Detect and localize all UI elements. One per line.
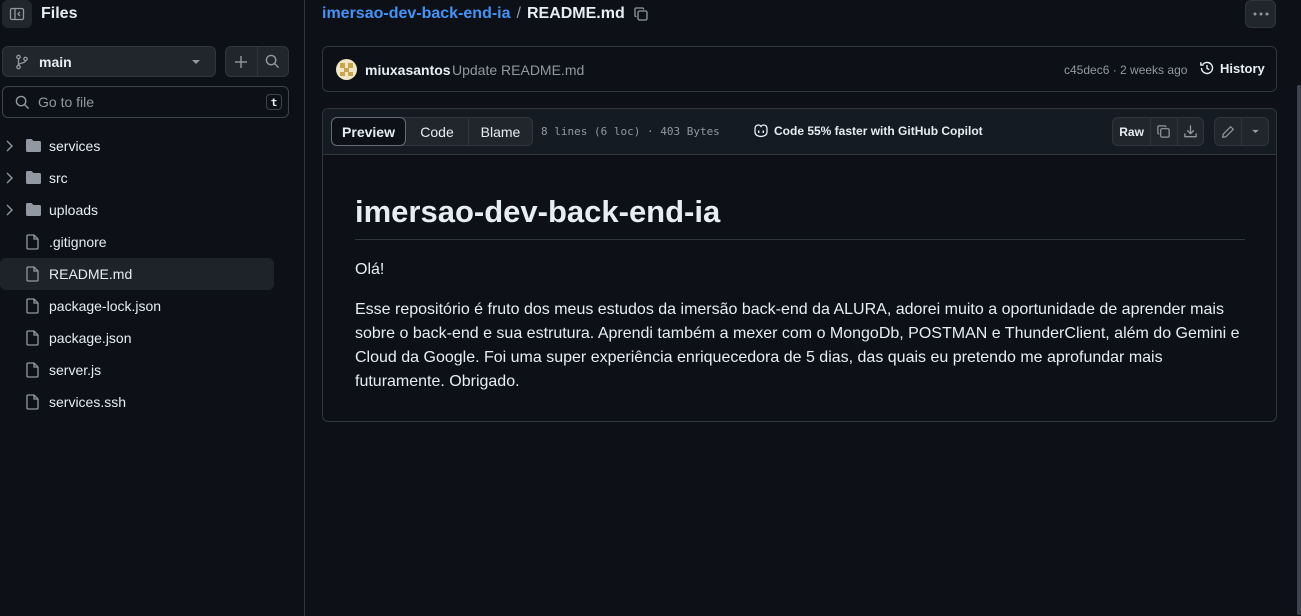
file-tree-sidebar: Files main t serv — [0, 0, 305, 616]
download-button[interactable] — [1176, 118, 1203, 145]
caret-down-icon — [1251, 129, 1259, 134]
commit-message[interactable]: Update README.md — [452, 62, 584, 78]
tab-blame[interactable]: Blame — [468, 118, 532, 145]
tab-preview[interactable]: Preview — [331, 117, 406, 146]
copilot-icon — [754, 124, 768, 138]
tree-item-package-json[interactable]: package.json — [0, 322, 274, 354]
latest-commit-bar: miuxasantos Update README.md c45dec6 · 2… — [322, 46, 1277, 92]
readme-body: imersao-dev-back-end-ia Olá! Esse reposi… — [355, 155, 1245, 394]
history-button[interactable]: History — [1199, 60, 1265, 76]
tree-item-readme[interactable]: README.md — [0, 258, 274, 290]
avatar[interactable] — [336, 59, 357, 80]
tree-item-label: services.ssh — [49, 394, 127, 410]
folder-icon — [25, 202, 42, 217]
readme-paragraph: Esse repositório é fruto dos meus estudo… — [355, 301, 1240, 390]
copy-icon — [1157, 125, 1171, 138]
breadcrumb: imersao-dev-back-end-ia / README.md — [322, 5, 649, 23]
files-header: Files — [0, 0, 305, 30]
commit-author[interactable]: miuxasantos — [365, 62, 451, 78]
copy-raw-button[interactable] — [1150, 118, 1176, 145]
file-header: Preview Code Blame 8 lines (6 loc) · 403… — [323, 109, 1276, 155]
search-icon — [265, 54, 280, 69]
edit-actions — [1214, 117, 1269, 146]
tree-item-label: src — [49, 170, 68, 186]
file-actions: Raw — [1112, 117, 1204, 146]
file-icon — [25, 394, 40, 410]
tree-item-label: package.json — [49, 330, 132, 346]
edit-file-button[interactable] — [1215, 118, 1241, 145]
branch-selector[interactable]: main — [2, 46, 216, 77]
sidebar-collapse-icon — [9, 6, 25, 22]
tree-item-src[interactable]: src — [0, 162, 274, 194]
more-options-button[interactable] — [1245, 0, 1276, 28]
search-code-button[interactable] — [256, 47, 289, 76]
readme-heading: imersao-dev-back-end-ia — [355, 155, 1245, 240]
search-icon — [15, 95, 30, 110]
copilot-promo-link[interactable]: Code 55% faster with GitHub Copilot — [753, 123, 983, 138]
tree-item-label: README.md — [49, 266, 133, 282]
plus-icon — [234, 55, 248, 69]
tree-item-label: services — [49, 138, 101, 154]
tree-item-label: server.js — [49, 362, 102, 378]
tree-actions — [225, 46, 289, 77]
history-label: History — [1220, 60, 1265, 76]
chevron-right-icon[interactable] — [5, 204, 13, 216]
breadcrumb-file-name: README.md — [526, 5, 625, 22]
chevron-right-icon[interactable] — [5, 172, 13, 184]
chevron-right-icon[interactable] — [5, 140, 13, 152]
main-content: imersao-dev-back-end-ia / README.md miux… — [322, 0, 1277, 616]
history-icon — [1200, 61, 1214, 75]
folder-icon — [25, 170, 42, 185]
tree-item-label: .gitignore — [49, 234, 107, 250]
tree-item-services[interactable]: services — [0, 130, 274, 162]
copilot-promo-text: Code 55% faster with GitHub Copilot — [774, 123, 983, 138]
readme-greeting: Olá! — [355, 261, 385, 278]
tree-item-label: package-lock.json — [49, 298, 162, 314]
files-title: Files — [41, 5, 78, 22]
breadcrumb-repo-link[interactable]: imersao-dev-back-end-ia — [322, 5, 511, 23]
go-to-file-search[interactable]: t — [2, 86, 289, 118]
view-mode-tabs: Preview Code Blame — [331, 117, 533, 146]
copy-path-button[interactable] — [633, 6, 649, 22]
file-icon — [25, 298, 40, 314]
tree-item-server-js[interactable]: server.js — [0, 354, 274, 386]
edit-options-dropdown[interactable] — [1241, 118, 1268, 145]
file-stats: 8 lines (6 loc) · 403 Bytes — [541, 125, 720, 138]
tree-item-services-ssh[interactable]: services.ssh — [0, 386, 274, 418]
tree-item-package-lock[interactable]: package-lock.json — [0, 290, 274, 322]
file-icon — [25, 362, 40, 378]
add-file-button[interactable] — [226, 47, 257, 76]
copy-icon — [634, 7, 648, 21]
file-icon — [25, 330, 40, 346]
file-viewer: Preview Code Blame 8 lines (6 loc) · 403… — [322, 108, 1277, 422]
collapse-sidebar-button[interactable] — [2, 0, 32, 28]
tree-item-gitignore[interactable]: .gitignore — [0, 226, 274, 258]
breadcrumb-separator: / — [516, 5, 521, 22]
shortcut-key-badge: t — [266, 94, 282, 110]
pencil-icon — [1222, 125, 1235, 138]
raw-button[interactable]: Raw — [1113, 118, 1150, 145]
tree-item-label: uploads — [49, 202, 99, 218]
download-icon — [1184, 125, 1197, 138]
file-icon — [25, 234, 40, 250]
branch-name: main — [39, 53, 72, 70]
commit-hash-and-time[interactable]: c45dec6 · 2 weeks ago — [1064, 63, 1187, 77]
go-to-file-input[interactable] — [38, 94, 248, 110]
folder-icon — [25, 138, 42, 153]
caret-down-icon — [191, 59, 201, 65]
file-icon — [25, 266, 40, 282]
page-scrollbar[interactable] — [1294, 0, 1301, 616]
file-tree: services src uploads .gitignore README.m… — [0, 130, 305, 418]
kebab-horizontal-icon — [1253, 12, 1269, 16]
tab-code[interactable]: Code — [406, 118, 468, 145]
tree-item-uploads[interactable]: uploads — [0, 194, 274, 226]
git-branch-icon — [15, 54, 29, 70]
scrollbar-thumb[interactable] — [1297, 85, 1301, 615]
